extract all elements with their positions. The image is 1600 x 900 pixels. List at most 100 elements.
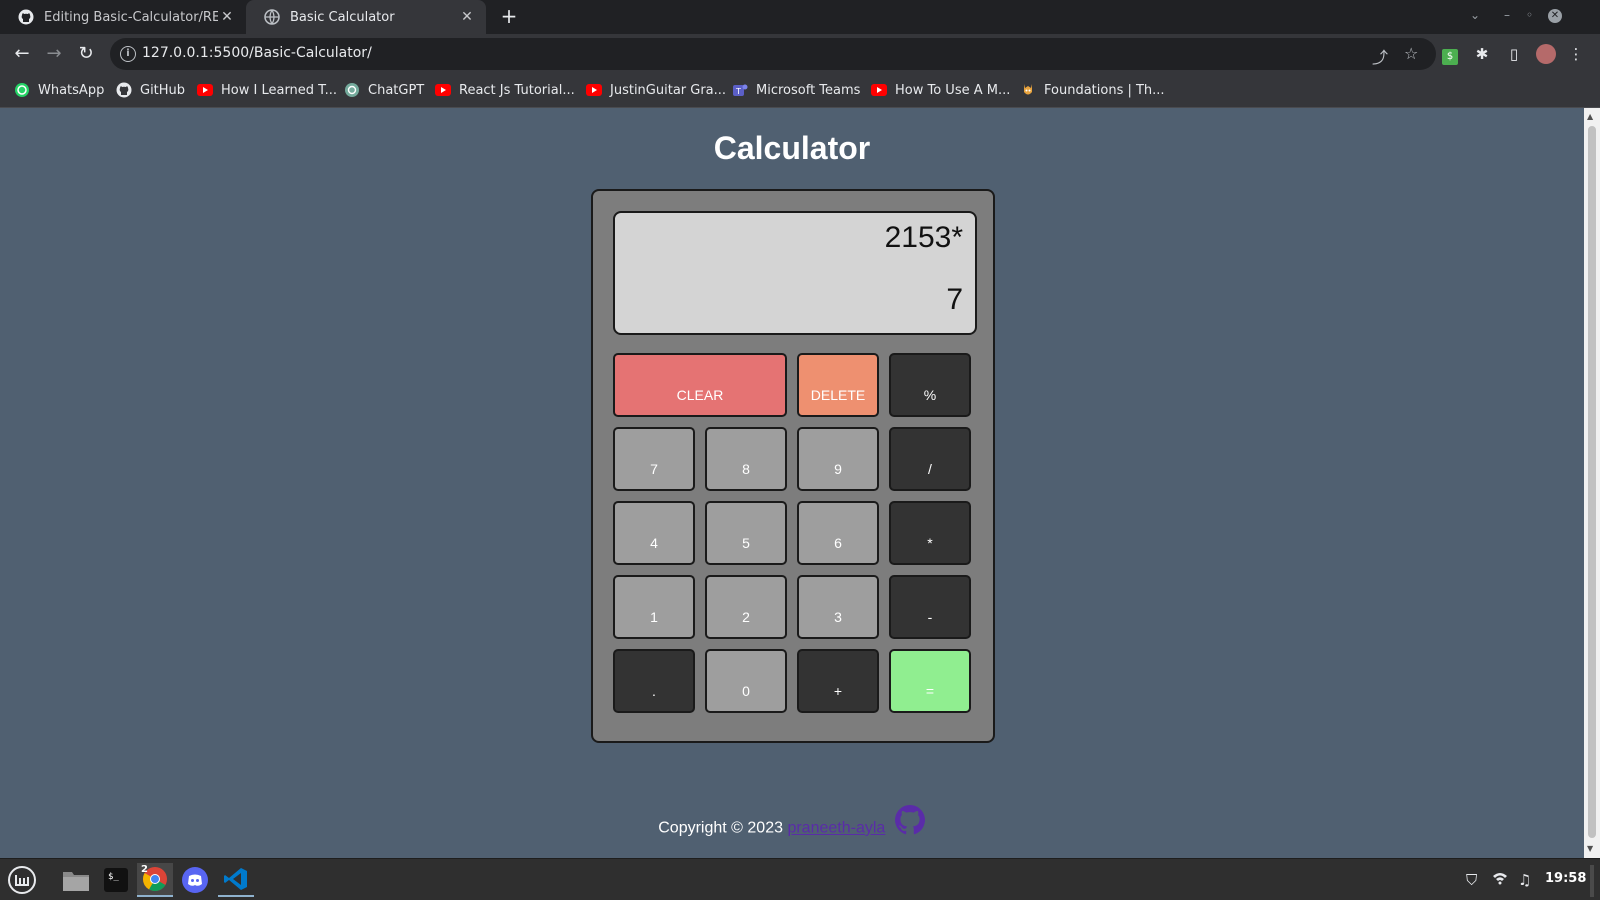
- divide-button[interactable]: /: [889, 427, 971, 491]
- digit-3-button[interactable]: 3: [797, 575, 879, 639]
- wifi-icon[interactable]: [1492, 871, 1508, 889]
- avatar[interactable]: [1536, 44, 1556, 64]
- previous-operand: 2153*: [884, 221, 963, 254]
- add-button[interactable]: +: [797, 649, 879, 713]
- bookmark-label: React Js Tutorial...: [459, 82, 575, 98]
- digit-8-button[interactable]: 8: [705, 427, 787, 491]
- files-icon[interactable]: [58, 863, 94, 897]
- bookmark-label: ChatGPT: [368, 82, 425, 98]
- terminal-icon[interactable]: $_: [98, 863, 134, 897]
- bookmark-label: Foundations | Th...: [1044, 82, 1165, 98]
- chrome-icon[interactable]: 2: [137, 863, 173, 897]
- bookmark-justinguitar[interactable]: JustinGuitar Gra...: [586, 82, 726, 98]
- back-arrow-icon[interactable]: ←: [10, 42, 34, 66]
- close-tab-icon[interactable]: ✕: [458, 9, 476, 25]
- discord-icon[interactable]: [177, 863, 213, 897]
- puzzle-icon[interactable]: ✱: [1472, 44, 1492, 64]
- site-info-icon[interactable]: i: [120, 46, 136, 62]
- scroll-down-icon[interactable]: ▼: [1587, 844, 1593, 853]
- page-content: Calculator 2153* 7 CLEAR DELETE % 7 8 9 …: [0, 108, 1584, 858]
- browser-toolbar: ← → ↻ i 127.0.0.1:5500/Basic-Calculator/…: [0, 34, 1600, 74]
- bookmark-how-i-learned[interactable]: How I Learned T...: [197, 82, 337, 98]
- tab-strip: Editing Basic-Calculator/README ✕ Basic …: [0, 0, 1600, 34]
- tab-title: Basic Calculator: [290, 9, 395, 25]
- extension-icon[interactable]: $: [1440, 44, 1460, 65]
- author-link[interactable]: praneeth-ayla: [787, 820, 885, 837]
- digit-9-button[interactable]: 9: [797, 427, 879, 491]
- tab-editing-readme[interactable]: Editing Basic-Calculator/README ✕: [0, 0, 246, 34]
- digit-1-button[interactable]: 1: [613, 575, 695, 639]
- bookmark-microsoft-teams[interactable]: T Microsoft Teams: [732, 82, 860, 98]
- bookmark-how-to-use[interactable]: How To Use A M...: [871, 82, 1010, 98]
- address-bar[interactable]: i 127.0.0.1:5500/Basic-Calculator/ ⤴ ☆: [110, 38, 1436, 70]
- tab-title: Editing Basic-Calculator/README: [44, 9, 218, 25]
- bookmark-foundations[interactable]: Foundations | Th...: [1020, 82, 1165, 98]
- window-count-badge: 2: [141, 864, 148, 875]
- menu-kebab-icon[interactable]: ⋮: [1566, 44, 1586, 64]
- digit-6-button[interactable]: 6: [797, 501, 879, 565]
- show-desktop-button[interactable]: [1590, 865, 1594, 897]
- url-text: 127.0.0.1:5500/Basic-Calculator/: [142, 45, 372, 61]
- youtube-icon: [435, 82, 451, 98]
- bookmark-label: How To Use A M...: [895, 82, 1011, 98]
- forward-arrow-icon[interactable]: →: [42, 42, 66, 66]
- vscode-icon[interactable]: [218, 863, 254, 897]
- close-window-icon[interactable]: ✕: [1548, 9, 1562, 23]
- new-tab-button[interactable]: +: [498, 6, 520, 28]
- digit-7-button[interactable]: 7: [613, 427, 695, 491]
- scroll-up-icon[interactable]: ▲: [1587, 112, 1593, 121]
- bookmark-label: WhatsApp: [38, 82, 105, 98]
- tab-basic-calculator[interactable]: Basic Calculator ✕: [246, 0, 486, 34]
- side-panel-icon[interactable]: ▯: [1504, 44, 1524, 64]
- bookmark-github[interactable]: GitHub: [116, 82, 185, 98]
- whatsapp-icon: [14, 82, 30, 98]
- footer: Copyright © 2023 praneeth-ayla: [0, 805, 1584, 847]
- minimize-icon[interactable]: –: [1504, 8, 1510, 22]
- close-tab-icon[interactable]: ✕: [218, 9, 236, 25]
- page-scrollbar[interactable]: ▲ ▼: [1584, 108, 1600, 858]
- current-operand: 7: [946, 283, 963, 316]
- bookmark-whatsapp[interactable]: WhatsApp: [14, 82, 104, 98]
- tab-search-icon[interactable]: ⌄: [1470, 8, 1480, 22]
- digit-4-button[interactable]: 4: [613, 501, 695, 565]
- multiply-button[interactable]: *: [889, 501, 971, 565]
- youtube-icon: [871, 82, 887, 98]
- music-note-icon[interactable]: ♫: [1518, 871, 1531, 889]
- clear-button[interactable]: CLEAR: [613, 353, 787, 417]
- bookmark-react-tutorial[interactable]: React Js Tutorial...: [435, 82, 575, 98]
- shield-icon[interactable]: ⛉: [1466, 871, 1477, 889]
- bookmark-label: JustinGuitar Gra...: [610, 82, 727, 98]
- digit-0-button[interactable]: 0: [705, 649, 787, 713]
- odin-icon: [1020, 82, 1036, 98]
- clock[interactable]: 19:58: [1545, 871, 1586, 886]
- scrollbar-thumb[interactable]: [1588, 126, 1596, 838]
- bookmark-star-icon[interactable]: ☆: [1404, 44, 1418, 63]
- youtube-icon: [586, 82, 602, 98]
- bookmarks-bar: WhatsApp GitHub How I Learned T... ChatG…: [0, 74, 1600, 108]
- calculator-display: 2153* 7: [613, 211, 977, 335]
- bookmark-chatgpt[interactable]: ChatGPT: [344, 82, 424, 98]
- page-title: Calculator: [713, 130, 871, 166]
- github-icon: [18, 9, 34, 25]
- taskbar: $_ 2 ⛉ ♫ 19:58: [0, 858, 1600, 900]
- svg-text:$_: $_: [108, 872, 119, 882]
- teams-icon: T: [732, 82, 748, 98]
- globe-icon: [264, 9, 280, 25]
- bookmark-label: How I Learned T...: [221, 82, 337, 98]
- github-icon[interactable]: [894, 804, 926, 841]
- bookmark-label: Microsoft Teams: [756, 82, 861, 98]
- digit-5-button[interactable]: 5: [705, 501, 787, 565]
- delete-button[interactable]: DELETE: [797, 353, 879, 417]
- maximize-icon[interactable]: ◦: [1526, 8, 1533, 22]
- decimal-button[interactable]: .: [613, 649, 695, 713]
- bookmark-label: GitHub: [140, 82, 186, 98]
- github-icon: [116, 82, 132, 98]
- digit-2-button[interactable]: 2: [705, 575, 787, 639]
- equals-button[interactable]: =: [889, 649, 971, 713]
- percent-button[interactable]: %: [889, 353, 971, 417]
- chatgpt-icon: [344, 82, 360, 98]
- share-icon[interactable]: ⤴: [1372, 44, 1388, 68]
- mint-menu-icon[interactable]: [4, 863, 40, 897]
- subtract-button[interactable]: -: [889, 575, 971, 639]
- reload-icon[interactable]: ↻: [74, 42, 98, 66]
